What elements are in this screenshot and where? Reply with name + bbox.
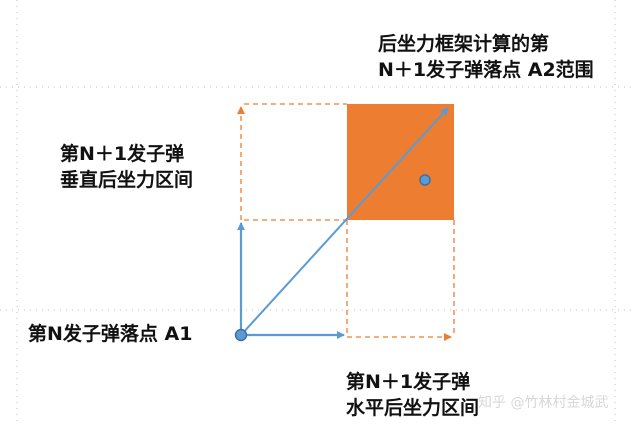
a2-range-label: 后坐力框架计算的第 N＋1发子弹落点 A2范围: [378, 31, 594, 83]
diagonal-recoil-arrow: [240, 107, 449, 336]
horizontal-recoil-label-line1: 第N＋1发子弹: [346, 371, 471, 393]
horizontal-recoil-label-line2: 水平后坐力区间: [346, 397, 480, 419]
a2-range-label-line1: 后坐力框架计算的第: [378, 33, 550, 55]
diagram-canvas: 后坐力框架计算的第 N＋1发子弹落点 A2范围 第N＋1发子弹 垂直后坐力区间 …: [0, 0, 632, 426]
watermark: 知乎 @竹林村金城武: [478, 395, 609, 411]
vertical-recoil-label: 第N＋1发子弹 垂直后坐力区间: [60, 141, 193, 193]
point-a1-marker: [234, 328, 248, 342]
point-a2-marker: [419, 174, 431, 186]
horizontal-recoil-label: 第N＋1发子弹 水平后坐力区间: [346, 369, 479, 421]
point-a1-label: 第N发子弹落点 A1: [28, 323, 193, 345]
vertical-recoil-label-line1: 第N＋1发子弹: [60, 143, 185, 165]
vertical-recoil-label-line2: 垂直后坐力区间: [60, 169, 194, 191]
a2-range-label-line2: N＋1发子弹落点 A2范围: [378, 59, 594, 81]
